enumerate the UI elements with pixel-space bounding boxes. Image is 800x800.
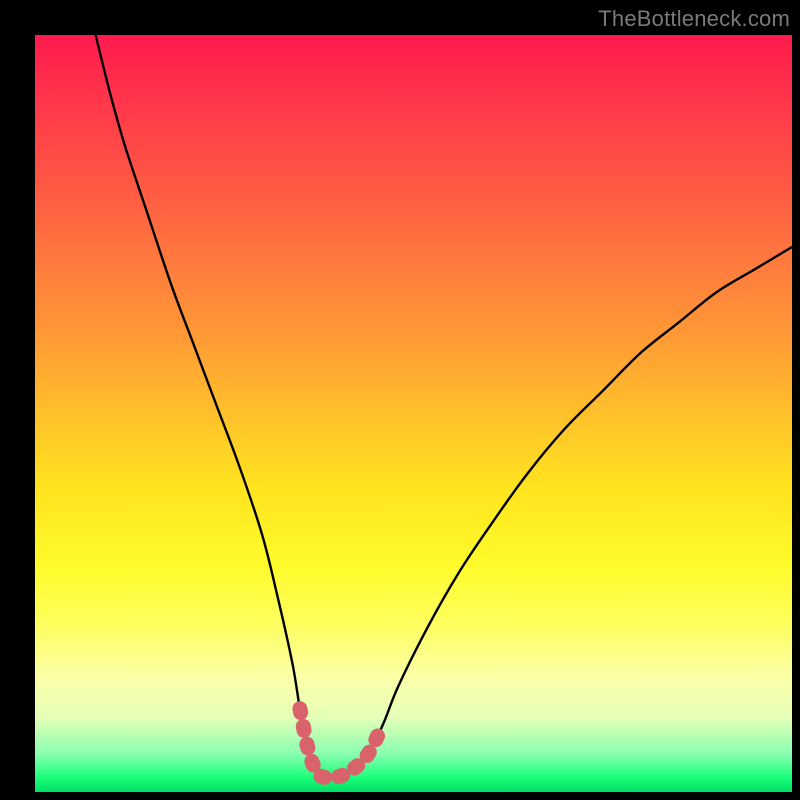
curve-layer: [35, 35, 792, 792]
chart-frame: TheBottleneck.com: [0, 0, 800, 800]
bottleneck-curve: [96, 35, 792, 778]
plot-area: [35, 35, 792, 792]
watermark-text: TheBottleneck.com: [598, 6, 790, 32]
optimal-zone-highlight: [300, 709, 383, 778]
